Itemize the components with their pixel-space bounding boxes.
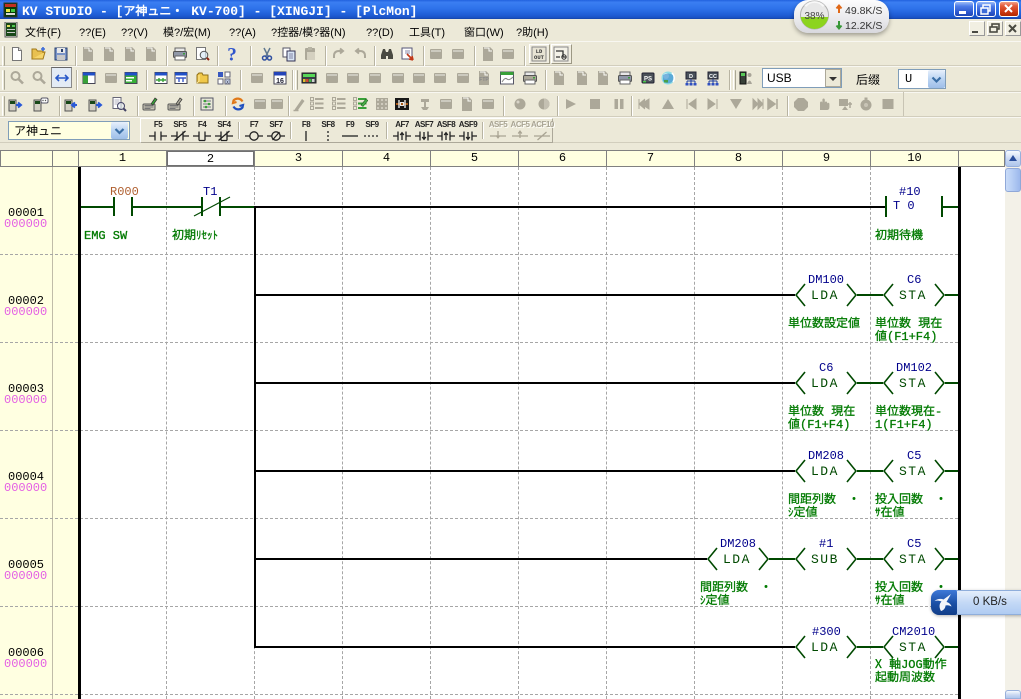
svg-text:12.2K/S: 12.2K/S xyxy=(845,20,882,31)
svg-text:38%: 38% xyxy=(804,11,824,22)
svg-text:OUT: OUT xyxy=(534,54,545,61)
svg-text:49.8K/S: 49.8K/S xyxy=(845,5,882,17)
svg-text:FTP: FTP xyxy=(479,77,489,83)
svg-text:?: ? xyxy=(227,46,237,62)
svg-text:16: 16 xyxy=(276,78,284,85)
